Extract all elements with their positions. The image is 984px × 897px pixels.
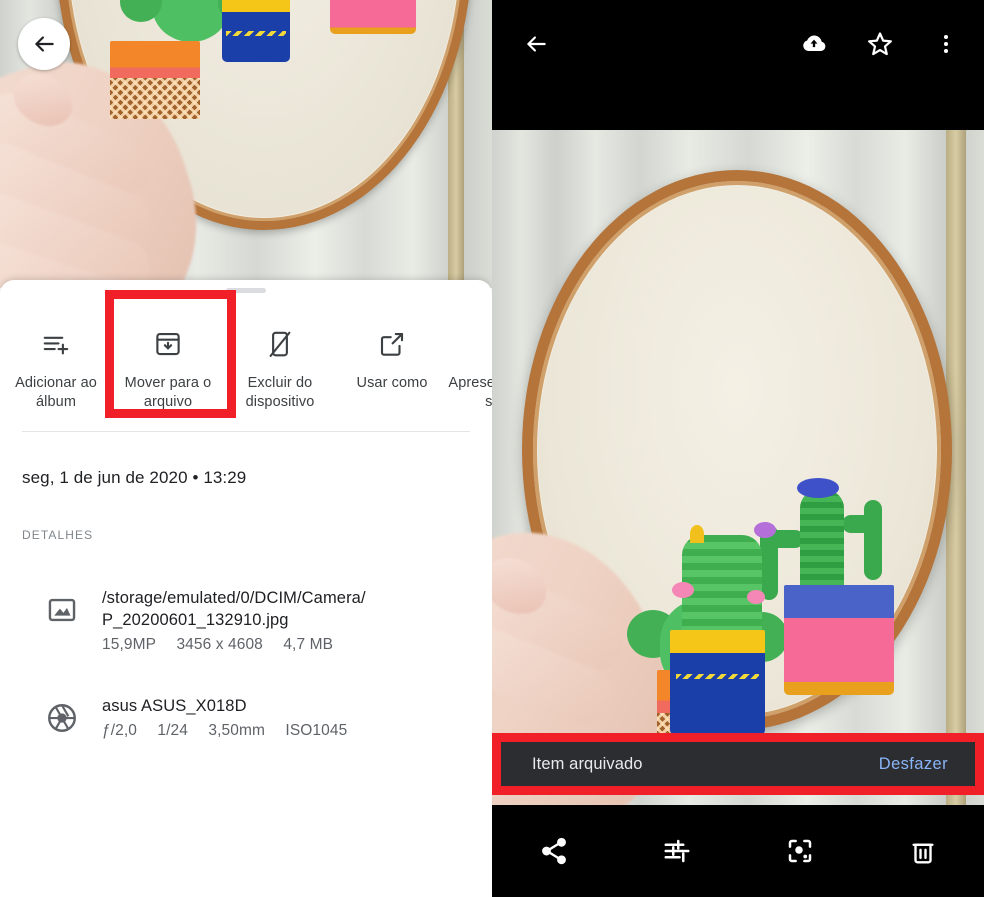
action-label: Excluir do dispositivo bbox=[245, 375, 315, 410]
action-slideshow[interactable]: Apresentação de slides bbox=[448, 302, 492, 412]
details-bottom-sheet: Adicionar ao álbum Mover para o arquivo bbox=[0, 280, 492, 897]
camera-meta: ƒ/2,0 1/24 3,50mm ISO1045 bbox=[102, 722, 363, 740]
delete-from-device-icon bbox=[265, 326, 295, 362]
sheet-divider bbox=[22, 431, 470, 432]
star-outline-icon bbox=[866, 30, 894, 58]
action-label: Mover para o arquivo bbox=[124, 375, 212, 410]
flower-pink bbox=[747, 590, 765, 604]
camera-aperture: ƒ/2,0 bbox=[102, 722, 137, 739]
sheet-drag-handle[interactable] bbox=[226, 288, 266, 293]
lens-button[interactable] bbox=[738, 821, 861, 881]
file-dimensions: 3456 x 4608 bbox=[176, 636, 263, 653]
camera-shutter: 1/24 bbox=[157, 722, 188, 739]
snackbar-message: Item arquivado bbox=[532, 754, 643, 773]
left-panel-photo-details: Adicionar ao álbum Mover para o arquivo bbox=[0, 0, 492, 897]
action-use-as[interactable]: Usar como bbox=[336, 302, 448, 393]
snackbar: Item arquivado Desfazer bbox=[501, 742, 975, 786]
back-button[interactable] bbox=[18, 18, 70, 70]
photo-preview-top[interactable] bbox=[0, 0, 492, 288]
pot-blue bbox=[670, 630, 765, 735]
trash-icon bbox=[908, 836, 938, 866]
viewer-top-bar bbox=[492, 0, 984, 130]
photo-datetime: seg, 1 de jun de 2020 • 13:29 bbox=[22, 468, 247, 487]
pot-pink bbox=[330, 0, 416, 34]
detail-row-camera[interactable]: asus ASUS_X018D ƒ/2,0 1/24 3,50mm ISO104… bbox=[22, 695, 363, 740]
delete-button[interactable] bbox=[861, 821, 984, 881]
snackbar-undo-button[interactable]: Desfazer bbox=[879, 755, 948, 774]
action-delete-from-device[interactable]: Excluir do dispositivo bbox=[224, 302, 336, 412]
camera-focal-length: 3,50mm bbox=[208, 722, 265, 739]
flower-purple bbox=[754, 522, 776, 538]
edit-button[interactable] bbox=[615, 821, 738, 881]
action-add-to-album[interactable]: Adicionar ao álbum bbox=[0, 302, 112, 412]
backup-button[interactable] bbox=[792, 22, 836, 66]
more-options-button[interactable] bbox=[924, 22, 968, 66]
pot-orange bbox=[110, 41, 200, 119]
back-button[interactable] bbox=[514, 22, 558, 66]
camera-aperture-icon bbox=[22, 695, 102, 740]
viewer-bottom-bar bbox=[492, 805, 984, 897]
photo-viewer-image[interactable] bbox=[492, 130, 984, 805]
top-bar-actions bbox=[792, 22, 968, 66]
cactus-saguaro-arm-right-up bbox=[864, 500, 882, 580]
pot-blue bbox=[222, 0, 290, 62]
flower-blue bbox=[797, 478, 839, 498]
file-size: 4,7 MB bbox=[283, 636, 334, 653]
image-file-icon bbox=[22, 587, 102, 654]
add-to-album-icon bbox=[41, 326, 71, 362]
action-label: Usar como bbox=[356, 375, 428, 391]
camera-iso: ISO1045 bbox=[285, 722, 348, 739]
flower-yellow bbox=[690, 525, 704, 543]
action-label: Adicionar ao álbum bbox=[15, 375, 97, 410]
share-button[interactable] bbox=[492, 821, 615, 881]
file-name-line2: P_20200601_132910.jpg bbox=[102, 611, 289, 629]
highlight-box-snackbar: Item arquivado Desfazer bbox=[492, 733, 984, 795]
screenshot-root: Adicionar ao álbum Mover para o arquivo bbox=[0, 0, 984, 897]
tune-sliders-icon bbox=[662, 836, 692, 866]
action-move-to-archive[interactable]: Mover para o arquivo bbox=[112, 302, 224, 412]
details-section-title: DETALHES bbox=[22, 528, 94, 542]
flower-pink bbox=[672, 582, 694, 598]
slideshow-icon bbox=[489, 326, 492, 362]
more-vertical-icon bbox=[934, 32, 958, 56]
favorite-button[interactable] bbox=[858, 22, 902, 66]
detail-row-file[interactable]: /storage/emulated/0/DCIM/Camera/ P_20200… bbox=[22, 587, 366, 654]
lens-icon bbox=[785, 836, 815, 866]
camera-model: asus ASUS_X018D bbox=[102, 697, 247, 715]
quick-actions-row: Adicionar ao álbum Mover para o arquivo bbox=[0, 302, 492, 412]
right-panel-photo-viewer: Item arquivado Desfazer bbox=[492, 0, 984, 897]
cloud-upload-icon bbox=[800, 30, 828, 58]
action-label: Apresentação de slides bbox=[448, 375, 492, 410]
back-arrow-icon bbox=[523, 31, 549, 57]
pot-pink bbox=[784, 585, 894, 695]
file-megapixels: 15,9MP bbox=[102, 636, 157, 653]
back-arrow-icon bbox=[31, 31, 57, 57]
share-icon bbox=[539, 836, 569, 866]
file-meta: 15,9MP 3456 x 4608 4,7 MB bbox=[102, 636, 366, 654]
open-external-icon bbox=[377, 326, 407, 362]
archive-icon bbox=[153, 326, 183, 362]
file-path-line1: /storage/emulated/0/DCIM/Camera/ bbox=[102, 589, 366, 607]
